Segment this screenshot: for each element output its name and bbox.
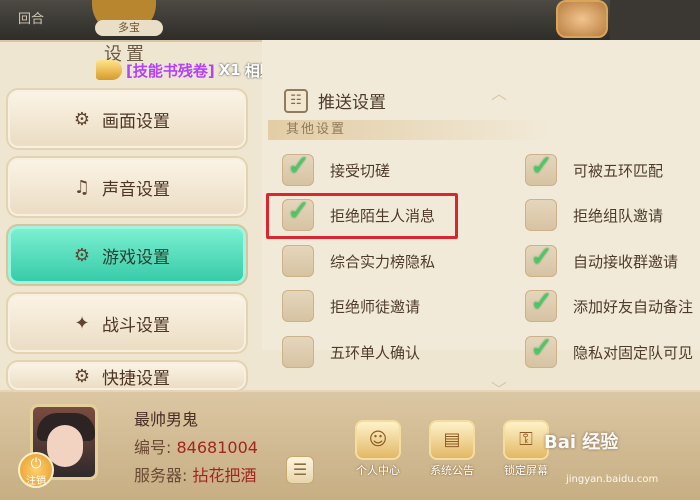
power-icon: ⏻: [30, 456, 42, 472]
horn-icon: [96, 60, 122, 80]
action-label: 系统公告: [430, 464, 474, 477]
option-auto-accept-group[interactable]: ✓ 自动接收群邀请: [525, 240, 679, 277]
option-label: 自动接收群邀请: [573, 252, 679, 271]
server-value: 拈花把酒: [192, 466, 257, 485]
checkbox[interactable]: ✓: [525, 285, 557, 322]
option-label: 添加好友自动备注: [573, 297, 694, 316]
scroll-up-icon[interactable]: ︿: [488, 80, 510, 103]
shortcut-icon: ⚙: [73, 365, 91, 387]
brush-settings-icon: ⚙: [73, 108, 91, 130]
option-reject-team-invite[interactable]: 拒绝组队邀请: [525, 199, 663, 231]
section-title: 推送设置: [318, 93, 386, 113]
tab-game-settings[interactable]: ⚙ 游戏设置: [6, 224, 248, 286]
portrait-face: [47, 425, 83, 467]
watermark-url: jingyan.baidu.com: [566, 474, 659, 485]
option-five-ring-solo-confirm[interactable]: 五环单人确认: [282, 336, 420, 368]
checkbox[interactable]: [282, 245, 314, 277]
option-label: 接受切磋: [330, 161, 391, 180]
option-label: 隐私对固定队可见: [573, 343, 694, 362]
check-icon: ✓: [530, 149, 554, 182]
checkbox[interactable]: [282, 336, 314, 368]
scroll-down-icon[interactable]: ﹀: [488, 376, 510, 399]
tab-battle-settings[interactable]: ✦ 战斗设置: [6, 292, 248, 354]
gear-game-icon: ⚙: [73, 244, 91, 266]
option-friend-auto-note[interactable]: ✓ 添加好友自动备注: [525, 285, 694, 322]
tab-label: 快捷设置: [102, 368, 170, 389]
watermark-brand: Bai 经验: [544, 432, 619, 453]
top-game-strip: 回合 多宝: [0, 0, 700, 40]
back-label[interactable]: 回合: [18, 8, 44, 27]
checkbox[interactable]: ✓: [282, 149, 314, 186]
logout-label: 注销: [26, 476, 46, 487]
personal-center-button[interactable]: ☺ 个人中心: [350, 420, 406, 478]
option-label: 五环单人确认: [330, 343, 421, 362]
top-right-area: [610, 0, 700, 40]
tab-label: 声音设置: [102, 179, 170, 200]
system-notice-button[interactable]: ▤ 系统公告: [424, 420, 480, 478]
announcement-qty: X1: [218, 61, 241, 79]
player-server: 服务器: 拈花把酒: [134, 462, 257, 486]
section-header: ☷ 推送设置: [284, 88, 386, 113]
option-accept-duel[interactable]: ✓ 接受切磋: [282, 149, 391, 186]
tab-display-settings[interactable]: ⚙ 画面设置: [6, 88, 248, 150]
notice-icon: ▤: [429, 420, 475, 460]
tab-sound-settings[interactable]: ♫ 声音设置: [6, 156, 248, 218]
logout-button[interactable]: ⏻ 注销: [18, 452, 54, 488]
checkbox[interactable]: ✓: [525, 240, 557, 277]
highlight-box: [266, 193, 458, 239]
option-reject-mentor-invite[interactable]: 拒绝师徒邀请: [282, 290, 420, 322]
option-label: 拒绝师徒邀请: [330, 297, 421, 316]
id-key: 编号:: [134, 438, 172, 457]
tab-label: 游戏设置: [102, 247, 170, 268]
action-label: 个人中心: [356, 464, 400, 477]
server-menu-button[interactable]: ☰: [286, 456, 314, 484]
player-name: 最帅男鬼: [134, 410, 199, 429]
tab-shortcut-settings[interactable]: ⚙ 快捷设置: [6, 360, 248, 392]
option-label: 综合实力榜隐私: [330, 252, 436, 271]
check-icon: ✓: [530, 240, 554, 273]
subsection-bar: 其他设置: [268, 120, 558, 140]
action-label: 锁定屏幕: [504, 464, 548, 477]
id-value: 84681004: [176, 438, 258, 457]
tab-label: 画面设置: [102, 111, 170, 132]
pet-avatar[interactable]: [556, 0, 608, 38]
top-pill[interactable]: 多宝: [95, 20, 163, 36]
tab-label: 战斗设置: [102, 315, 170, 336]
check-icon: ✓: [530, 331, 554, 364]
lock-key-icon: ⚿: [503, 420, 549, 460]
option-privacy-fixed-team[interactable]: ✓ 隐私对固定队可见: [525, 331, 694, 368]
checkbox[interactable]: ✓: [525, 149, 557, 186]
check-icon: ✓: [287, 149, 311, 182]
announcement-item: [技能书残卷]: [126, 61, 215, 80]
option-label: 拒绝组队邀请: [573, 206, 664, 225]
person-icon: ☺: [355, 420, 401, 460]
checkbox[interactable]: [525, 199, 557, 231]
option-label: 可被五环匹配: [573, 161, 664, 180]
option-five-ring-match[interactable]: ✓ 可被五环匹配: [525, 149, 664, 186]
player-id: 编号: 84681004: [134, 434, 258, 458]
push-settings-icon: ☷: [284, 88, 308, 113]
music-note-icon: ♫: [73, 176, 91, 198]
option-power-rank-privacy[interactable]: 综合实力榜隐私: [282, 245, 435, 277]
checkbox[interactable]: [282, 290, 314, 322]
checkbox[interactable]: ✓: [525, 331, 557, 368]
server-key: 服务器:: [134, 466, 188, 485]
check-icon: ✓: [530, 285, 554, 318]
sword-gear-icon: ✦: [74, 312, 90, 334]
